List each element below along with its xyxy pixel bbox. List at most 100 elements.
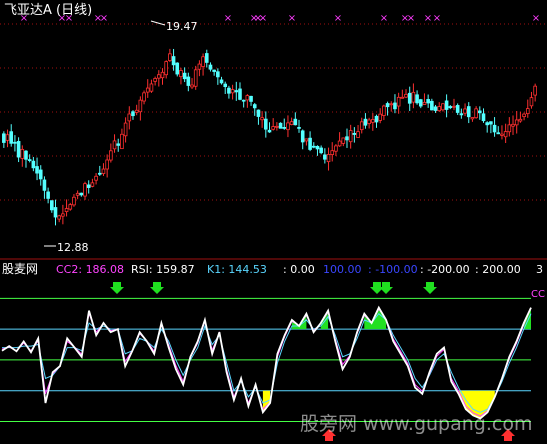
candle-up [145, 87, 150, 93]
candle-up [304, 138, 309, 142]
candle-up [289, 121, 294, 125]
candle-down [345, 136, 349, 141]
legend-minus-200: : -200.00 [420, 263, 470, 276]
candle-down [297, 127, 301, 129]
candle-up [109, 150, 113, 161]
candle-down [241, 99, 246, 102]
candle-down [459, 113, 464, 116]
candle-down [393, 102, 397, 110]
candle-down [489, 121, 493, 125]
legend-rsi: RSI: 159.87 [131, 263, 195, 276]
candle-down [53, 207, 58, 218]
low-label: 12.88 [57, 241, 89, 254]
candle-up [75, 192, 80, 196]
candle-down [278, 122, 283, 129]
legend-zero: : 0.00 [283, 263, 315, 276]
candle-up [179, 70, 183, 78]
candle-up [61, 213, 65, 217]
candle-up [382, 105, 386, 116]
candle-up [142, 92, 146, 102]
candle-up [367, 119, 371, 125]
candle-down [267, 129, 272, 133]
candle-up [197, 63, 202, 70]
candle-up [441, 103, 445, 111]
candle-up [500, 133, 504, 136]
candle-down [31, 160, 36, 169]
candle-up [123, 122, 128, 137]
candle-down [171, 56, 176, 66]
candle-up [326, 154, 331, 163]
candle-down [46, 191, 50, 199]
candle-down [234, 90, 239, 93]
candle-down [252, 104, 257, 109]
candle-down [212, 69, 216, 72]
candle-up [437, 106, 442, 112]
candle-up [452, 105, 456, 108]
candle-down [282, 127, 287, 129]
high-label: 19.47 [166, 20, 198, 33]
signal-marker: × [224, 13, 232, 24]
candle-up [112, 140, 117, 150]
watermark: 股旁网 www.gupang.com [300, 413, 532, 435]
candle-down [433, 106, 438, 111]
candle-up [378, 113, 382, 121]
candle-up [5, 134, 10, 141]
candle-down [50, 200, 54, 211]
candle-down [352, 133, 357, 135]
candle-down [223, 83, 228, 88]
candle-up [245, 95, 250, 101]
candle-up [260, 117, 264, 121]
candle-up [160, 71, 165, 79]
candle-up [371, 119, 375, 123]
signal-marker: × [532, 13, 540, 24]
chart-canvas: × ×× ×× × ××× × × × ×× × × × 飞亚达A (日线) 19.47 12.88 … [0, 0, 547, 444]
candle-down [16, 141, 21, 158]
candle-down [182, 72, 187, 80]
candle-down [24, 150, 28, 160]
candle-up [507, 124, 512, 133]
candle-down [455, 105, 460, 113]
candle-down [186, 76, 191, 86]
candle-up [72, 196, 76, 206]
candle-down [418, 99, 423, 107]
candle-down [308, 137, 312, 150]
candle-up [518, 118, 523, 122]
candle-down [79, 192, 84, 196]
candle-up [105, 159, 109, 170]
candle-up [396, 96, 401, 107]
candle-up [529, 97, 534, 107]
candle-down [219, 79, 224, 84]
candle-up [463, 108, 467, 114]
candle-down [9, 131, 14, 144]
candle-up [356, 131, 360, 138]
candle-down [38, 169, 43, 180]
candle-up [57, 215, 61, 220]
candle-down [478, 110, 482, 114]
candle-up [275, 125, 279, 128]
candle-up [164, 61, 168, 76]
candle-up [20, 148, 25, 159]
stock-title: 飞亚达A (日线) [4, 3, 92, 18]
candle-up [193, 69, 198, 87]
signal-marker: × [380, 13, 388, 24]
candle-down [131, 111, 135, 117]
candle-down [116, 143, 121, 146]
legend-100: 100.00 [323, 263, 362, 276]
candle-down [27, 159, 32, 161]
candle-down [407, 92, 412, 104]
candle-up [153, 78, 157, 82]
candle-up [400, 96, 405, 99]
candle-down [256, 109, 261, 117]
candle-down [249, 95, 253, 102]
candle-up [168, 53, 172, 61]
candle-down [86, 184, 91, 188]
candle-up [330, 150, 335, 155]
candle-up [411, 91, 416, 103]
signal-marker: × [259, 13, 267, 24]
candle-up [138, 99, 143, 113]
candle-up [514, 119, 519, 126]
signal-marker: × [424, 13, 432, 24]
candle-down [216, 71, 220, 78]
candle-down [238, 88, 242, 100]
candle-up [68, 204, 73, 210]
